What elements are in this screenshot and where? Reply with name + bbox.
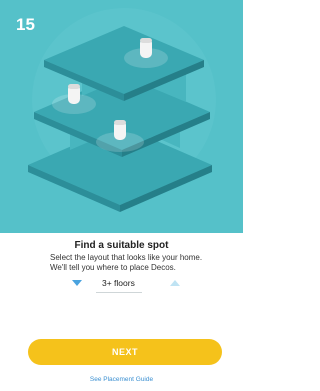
page-title: Find a suitable spot — [74, 240, 169, 251]
description: Select the layout that looks like your h… — [50, 253, 240, 273]
multi-floor-house-illustration — [28, 8, 216, 212]
next-button[interactable]: NEXT — [28, 339, 222, 365]
triangle-down-icon[interactable] — [72, 279, 82, 287]
triangle-up-icon[interactable] — [170, 279, 180, 287]
description-line-2: We'll tell you where to place Decos. — [50, 263, 176, 272]
floor-count-value: 3+ floors — [102, 278, 135, 288]
description-line-1: Select the layout that looks like your h… — [50, 253, 203, 262]
hero-illustration-panel: 15 — [0, 0, 243, 233]
step-number: 15 — [16, 15, 35, 34]
placement-guide-link[interactable]: See Placement Guide — [0, 376, 243, 383]
floor-count-selector: 3+ floors — [70, 275, 182, 295]
floor-value-underline — [96, 292, 142, 293]
onboarding-screen: 15 Find a suitable spot Select the layou… — [0, 0, 243, 391]
